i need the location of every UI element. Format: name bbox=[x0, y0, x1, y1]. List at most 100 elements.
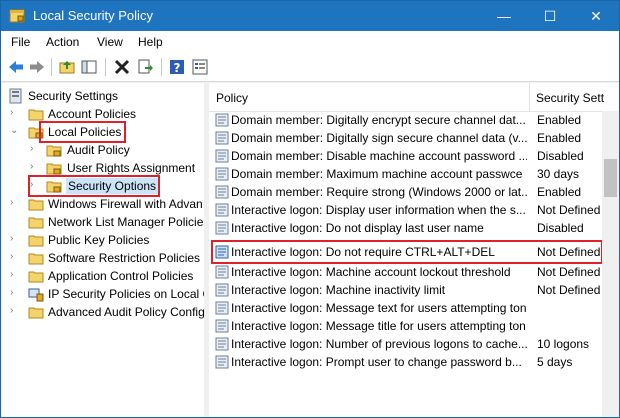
toolbar-separator bbox=[105, 58, 106, 76]
list-header: Policy Security Sett bbox=[209, 83, 619, 112]
tree-pane[interactable]: Security Settings › Account Policies ⌄ L… bbox=[2, 83, 204, 417]
policy-item-icon bbox=[215, 283, 229, 297]
toolbar-separator bbox=[51, 58, 52, 76]
back-arrow-icon[interactable] bbox=[7, 58, 25, 76]
scrollbar-thumb[interactable] bbox=[604, 159, 617, 197]
policy-setting: Enabled bbox=[537, 113, 582, 127]
list-row[interactable]: Interactive logon: Do not display last u… bbox=[209, 219, 601, 237]
list-row[interactable]: Interactive logon: Message title for use… bbox=[209, 317, 601, 335]
highlight-security-options bbox=[28, 175, 160, 197]
expand-arrow-icon[interactable]: › bbox=[10, 306, 20, 316]
delete-icon[interactable] bbox=[113, 58, 131, 76]
list-row[interactable]: Interactive logon: Machine inactivity li… bbox=[209, 281, 601, 299]
close-button[interactable]: ✕ bbox=[573, 1, 619, 31]
show-hide-tree-icon[interactable] bbox=[80, 58, 98, 76]
policy-setting: 5 days bbox=[537, 355, 573, 369]
folder-icon bbox=[28, 307, 44, 319]
policy-setting: 10 logons bbox=[537, 337, 590, 351]
maximize-button[interactable]: ☐ bbox=[527, 1, 573, 31]
expand-arrow-icon[interactable]: › bbox=[10, 252, 20, 262]
list-row[interactable]: Interactive logon: Message text for user… bbox=[209, 299, 601, 317]
up-folder-icon[interactable] bbox=[58, 58, 76, 76]
tree-item-label: User Rights Assignment bbox=[67, 161, 196, 175]
policy-setting: Not Defined bbox=[537, 265, 601, 279]
tree-item-windows-firewall[interactable]: › Windows Firewall with Advan bbox=[2, 195, 204, 213]
column-divider[interactable] bbox=[529, 83, 530, 111]
expand-arrow-icon[interactable]: › bbox=[10, 234, 20, 244]
tree-item-software-restriction-policies[interactable]: › Software Restriction Policies bbox=[2, 249, 204, 267]
expand-arrow-icon[interactable]: › bbox=[10, 198, 20, 208]
expand-arrow-icon[interactable]: › bbox=[30, 162, 40, 172]
list-row[interactable]: Interactive logon: Number of previous lo… bbox=[209, 335, 601, 353]
list-row[interactable]: Domain member: Digitally encrypt secure … bbox=[209, 111, 601, 129]
tree-item-security-settings[interactable]: Security Settings bbox=[2, 87, 204, 105]
vertical-scrollbar[interactable] bbox=[602, 111, 619, 417]
highlight-local-policies bbox=[39, 121, 126, 143]
forward-arrow-icon[interactable] bbox=[28, 58, 46, 76]
policy-item-icon bbox=[215, 113, 229, 127]
policy-name: Interactive logon: Message text for user… bbox=[231, 301, 527, 315]
help-icon[interactable]: ? bbox=[168, 58, 186, 76]
tree-item-label: Audit Policy bbox=[67, 143, 130, 157]
tree-item-network-list-manager[interactable]: Network List Manager Policies bbox=[2, 213, 204, 231]
menu-action[interactable]: Action bbox=[46, 35, 79, 49]
toolbar: ? bbox=[1, 53, 619, 82]
list-row[interactable]: Domain member: Disable machine account p… bbox=[209, 147, 601, 165]
list-row[interactable]: Interactive logon: Prompt user to change… bbox=[209, 353, 601, 371]
column-header-policy[interactable]: Policy bbox=[216, 91, 248, 105]
tree-item-ip-security-policies[interactable]: › IP Security Policies on Local C bbox=[2, 285, 204, 303]
tree-item-label: Advanced Audit Policy Config bbox=[48, 305, 204, 319]
policy-name: Interactive logon: Display user informat… bbox=[231, 203, 526, 217]
expand-arrow-icon[interactable]: › bbox=[10, 288, 20, 298]
title-bar[interactable]: Local Security Policy — ☐ ✕ bbox=[1, 1, 619, 31]
folder-icon bbox=[28, 271, 44, 283]
policy-item-icon bbox=[215, 355, 229, 369]
window-title: Local Security Policy bbox=[33, 8, 153, 23]
menu-file[interactable]: File bbox=[11, 35, 30, 49]
tree-item-label: Public Key Policies bbox=[48, 233, 150, 247]
policy-name: Interactive logon: Prompt user to change… bbox=[231, 355, 522, 369]
list-row[interactable]: Interactive logon: Display user informat… bbox=[209, 201, 601, 219]
collapse-arrow-icon[interactable]: ⌄ bbox=[10, 126, 20, 136]
policy-name: Domain member: Maximum machine account p… bbox=[231, 167, 523, 181]
toolbar-separator bbox=[161, 58, 162, 76]
folder-icon bbox=[28, 199, 44, 211]
tree-item-public-key-policies[interactable]: › Public Key Policies bbox=[2, 231, 204, 249]
menu-bar: File Action View Help bbox=[1, 31, 619, 53]
minimize-button[interactable]: — bbox=[481, 1, 527, 31]
tree-item-label: Application Control Policies bbox=[48, 269, 194, 283]
export-list-icon[interactable] bbox=[136, 58, 154, 76]
folder-icon bbox=[28, 109, 44, 121]
policy-name: Interactive logon: Number of previous lo… bbox=[231, 337, 527, 351]
expand-arrow-icon[interactable]: › bbox=[10, 108, 20, 118]
policy-item-icon bbox=[215, 337, 229, 351]
policy-setting: Disabled bbox=[537, 221, 584, 235]
list-row[interactable]: Domain member: Maximum machine account p… bbox=[209, 165, 601, 183]
policy-name: Interactive logon: Machine account locko… bbox=[231, 265, 511, 279]
list-row[interactable]: Domain member: Require strong (Windows 2… bbox=[209, 183, 601, 201]
properties-icon[interactable] bbox=[191, 58, 209, 76]
list-row[interactable]: Domain member: Digitally sign secure cha… bbox=[209, 129, 601, 147]
svg-text:?: ? bbox=[174, 61, 181, 75]
expand-arrow-icon[interactable]: › bbox=[10, 270, 20, 280]
tree-item-label: Network List Manager Policies bbox=[48, 215, 204, 229]
policy-item-icon bbox=[215, 149, 229, 163]
policy-name: Domain member: Digitally encrypt secure … bbox=[231, 113, 526, 127]
tree-item-audit-policy[interactable]: › Audit Policy bbox=[2, 141, 204, 159]
policy-item-icon bbox=[215, 319, 229, 333]
folder-icon bbox=[28, 217, 44, 229]
expand-arrow-icon[interactable]: › bbox=[30, 144, 40, 154]
policy-name: Interactive logon: Do not display last u… bbox=[231, 221, 484, 235]
policy-name: Domain member: Require strong (Windows 2… bbox=[231, 185, 527, 199]
tree-item-label: Software Restriction Policies bbox=[48, 251, 201, 265]
policy-name: Domain member: Disable machine account p… bbox=[231, 149, 527, 163]
column-header-security-setting[interactable]: Security Sett bbox=[536, 91, 604, 105]
tree-item-label: Windows Firewall with Advan bbox=[48, 197, 203, 211]
policy-item-icon bbox=[215, 131, 229, 145]
list-row[interactable]: Interactive logon: Machine account locko… bbox=[209, 263, 601, 281]
tree-item-application-control-policies[interactable]: › Application Control Policies bbox=[2, 267, 204, 285]
tree-item-advanced-audit-policy[interactable]: › Advanced Audit Policy Config bbox=[2, 303, 204, 321]
menu-view[interactable]: View bbox=[97, 35, 123, 49]
folder-lock-icon bbox=[46, 145, 62, 157]
menu-help[interactable]: Help bbox=[138, 35, 163, 49]
